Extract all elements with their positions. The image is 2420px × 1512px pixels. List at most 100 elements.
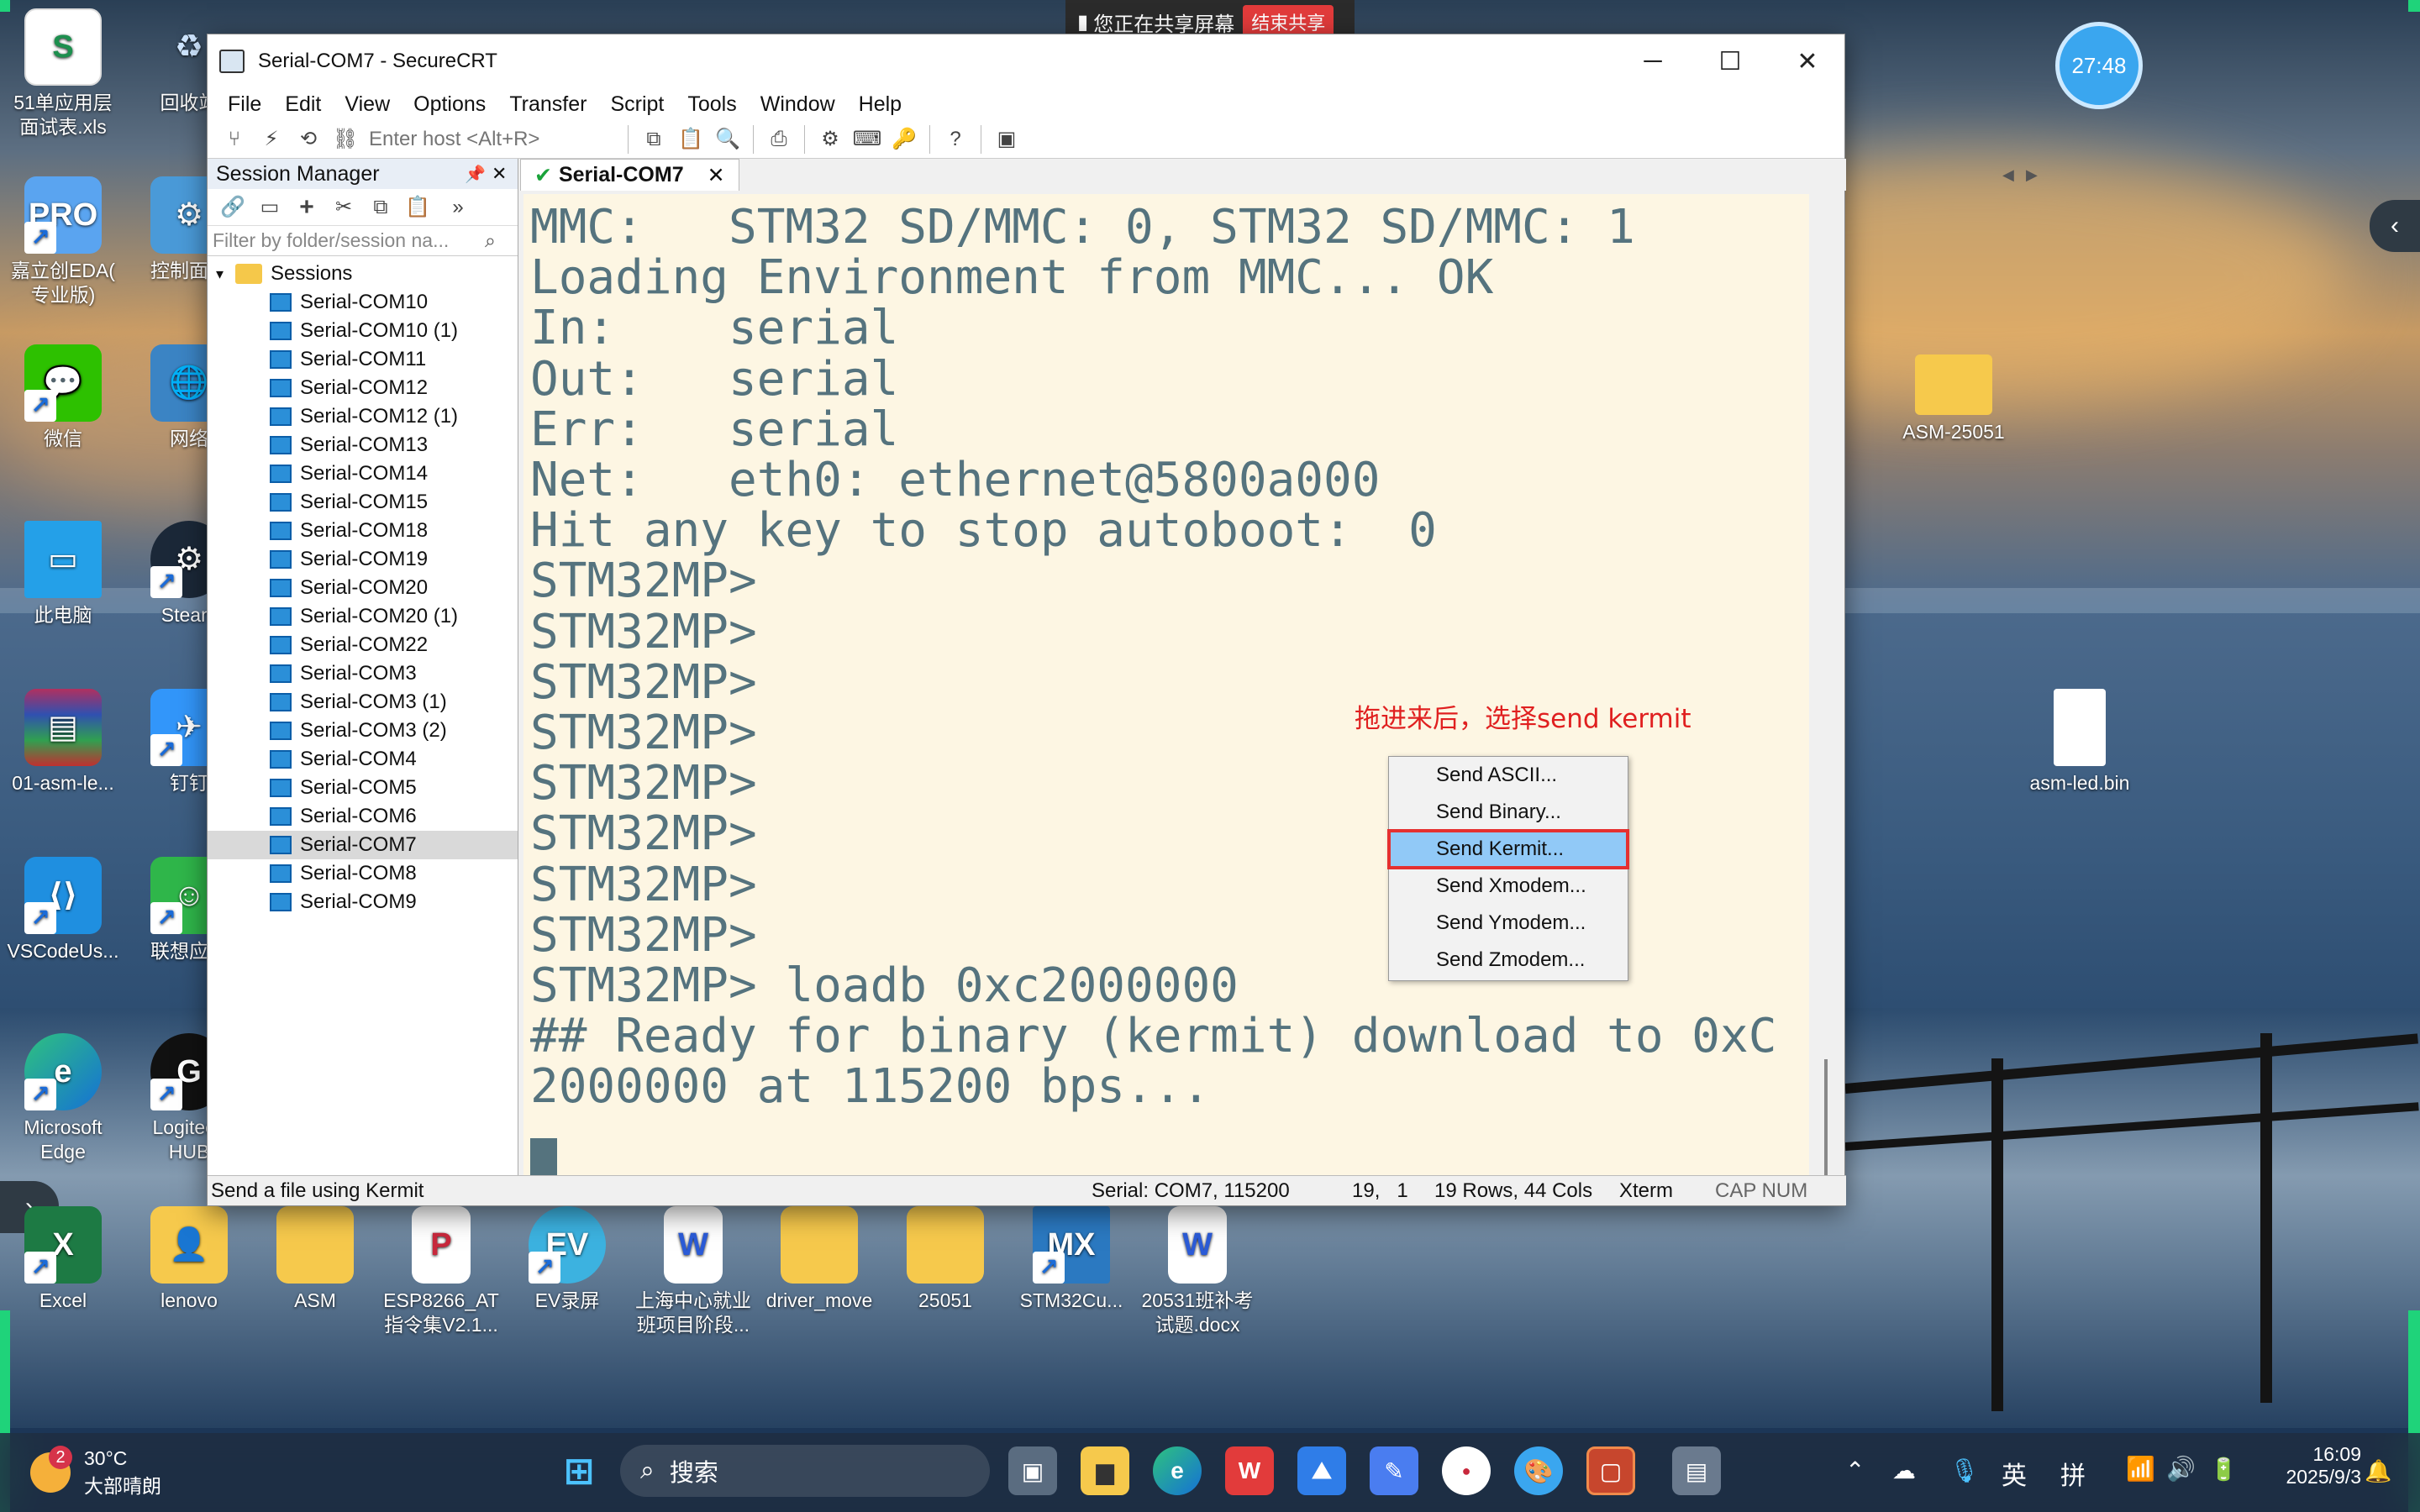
menu-view[interactable]: View [345,92,390,117]
search-icon[interactable]: ⌕ [485,229,496,252]
settings-gear-icon[interactable]: ⚙ [813,123,847,156]
add-session-icon[interactable]: + [290,191,324,224]
quick-connect-icon[interactable]: ⚡ [255,123,288,156]
session-item[interactable]: Serial-COM11 [208,345,518,374]
menu-item-send-ymodem[interactable]: Send Ymodem... [1389,905,1628,942]
scrollbar-thumb[interactable] [1824,1059,1828,1177]
tab-serial-com7[interactable]: ✔ Serial-COM7 ✕ [520,159,739,191]
desktop-icon-excel[interactable]: X ↗ Excel [0,1206,126,1313]
menu-script[interactable]: Script [610,92,664,117]
desktop-icon-25051[interactable]: 25051 [882,1206,1008,1313]
session-item[interactable]: Serial-COM4 [208,745,518,774]
connect-icon[interactable]: ⑂ [218,123,251,156]
file-explorer-icon[interactable]: ▆ [1081,1446,1129,1495]
session-filter[interactable]: Filter by folder/session na... ⌕ [208,226,518,256]
start-button[interactable]: ⊞ [555,1446,603,1495]
more-icon[interactable]: » [441,191,475,224]
desktop-icon-edge[interactable]: e ↗ Microsoft Edge [0,1033,126,1164]
session-item[interactable]: Serial-COM20 (1) [208,602,518,631]
enter-host-input[interactable] [369,123,621,155]
copy-icon[interactable]: ⧉ [364,191,397,224]
menu-help[interactable]: Help [859,92,902,117]
open-tab-icon[interactable]: ▭ [253,191,287,224]
session-item[interactable]: Serial-COM8 [208,859,518,888]
session-item[interactable]: Serial-COM10 [208,288,518,317]
session-item[interactable]: Serial-COM18 [208,517,518,545]
desktop-icon-stm32cube[interactable]: MX ↗ STM32Cu... [1008,1206,1134,1313]
meeting-app-icon[interactable]: ● [1442,1446,1491,1495]
session-item[interactable]: Serial-COM3 (1) [208,688,518,717]
session-item[interactable]: Serial-COM19 [208,545,518,574]
session-item[interactable]: Serial-COM13 [208,431,518,459]
ime-english[interactable]: 英 [2002,1455,2027,1492]
whiteboard-icon[interactable]: ⛰ [1297,1446,1346,1495]
link-icon[interactable]: 🔗 [216,191,250,224]
desktop-icon-vscode[interactable]: ⟨⟩ ↗ VSCodeUs... [0,857,126,963]
microphone-icon[interactable]: 🎙 [1949,1457,1980,1484]
desktop-icon-winrar[interactable]: ▤ 01-asm-le... [0,689,126,795]
session-item[interactable]: Serial-COM12 [208,374,518,402]
pin-icon[interactable]: 📌 [465,164,486,185]
session-item-selected[interactable]: Serial-COM7 [208,831,518,859]
session-item[interactable]: Serial-COM5 [208,774,518,802]
session-options-icon[interactable]: ▣ [990,123,1023,156]
task-view-icon[interactable]: ▣ [1008,1446,1057,1495]
tab-scroll-right-icon[interactable]: ▶ [2026,166,2038,184]
securecrt-taskbar-icon[interactable]: ▤ [1672,1446,1721,1495]
menu-transfer[interactable]: Transfer [509,92,587,117]
volume-icon[interactable]: 🔊 [2166,1455,2196,1483]
show-hidden-icons[interactable]: ⌃ [1845,1457,1865,1484]
session-item[interactable]: Serial-COM10 (1) [208,317,518,345]
session-item[interactable]: Serial-COM3 (2) [208,717,518,745]
paste-icon[interactable]: 📋 [674,123,708,156]
ime-pinyin[interactable]: 拼 [2060,1455,2086,1492]
paint-icon[interactable]: 🎨 [1514,1446,1563,1495]
clock[interactable]: 16:09 2025/9/3 [2260,1443,2361,1488]
menu-item-send-binary[interactable]: Send Binary... [1389,794,1628,831]
menu-tools[interactable]: Tools [687,92,736,117]
menu-edit[interactable]: Edit [285,92,321,117]
wifi-icon[interactable]: 📶 [2126,1455,2155,1483]
print-icon[interactable]: ⎙ [762,123,796,156]
menu-options[interactable]: Options [413,92,486,117]
desktop-icon-asm-25051[interactable]: ASM-25051 [1891,344,2017,444]
desktop-icon-wechat[interactable]: 💬 ↗ 微信 [0,344,126,451]
onedrive-icon[interactable]: ☁ [1892,1457,1916,1484]
session-item[interactable]: Serial-COM20 [208,574,518,602]
taskbar-search[interactable]: ⌕ 搜索 [620,1445,990,1497]
menu-item-send-ascii[interactable]: Send ASCII... [1389,757,1628,794]
panel-close-icon[interactable]: ✕ [492,163,507,185]
desktop-icon-asm[interactable]: ASM [252,1206,378,1313]
desktop-icon-excel-file[interactable]: S 51单应用层 面试表.xls [0,8,126,139]
close-button[interactable]: ✕ [1769,34,1846,88]
disconnect-icon[interactable]: ⛓ [329,123,362,156]
edge-taskbar-icon[interactable]: e [1153,1446,1202,1495]
desktop-icon-shanghai-doc[interactable]: W 上海中心就业 班项目阶段... [630,1206,756,1337]
maximize-button[interactable]: ☐ [1691,34,1769,88]
minimize-button[interactable]: ─ [1614,34,1691,88]
tab-scroll-left-icon[interactable]: ◀ [2002,166,2014,184]
desktop-icon-esp8266[interactable]: P ESP8266_AT 指令集V2.1... [378,1206,504,1337]
virtualbox-icon[interactable]: ▢ [1586,1446,1635,1495]
paste-icon[interactable]: 📋 [401,191,434,224]
desktop-icon-driver-move[interactable]: driver_move [756,1206,882,1313]
title-bar[interactable]: Serial-COM7 - SecureCRT ─ ☐ ✕ [208,34,1844,88]
copy-icon[interactable]: ⧉ [637,123,671,156]
tab-close-icon[interactable]: ✕ [708,163,725,188]
desktop-icon-jlc-eda[interactable]: PRO ↗ 嘉立创EDA( 专业版) [0,176,126,307]
desktop-icon-ev-recorder[interactable]: EV ↗ EV录屏 [504,1206,630,1313]
menu-item-send-kermit[interactable]: Send Kermit... [1387,829,1629,869]
desktop-icon-asm-led-bin[interactable]: asm-led.bin [2017,689,2143,795]
menu-file[interactable]: File [228,92,261,117]
securecrt-window[interactable]: Serial-COM7 - SecureCRT ─ ☐ ✕ File Edit … [207,34,2038,1206]
keymap-icon[interactable]: ⌨ [850,123,884,156]
session-item[interactable]: Serial-COM6 [208,802,518,831]
notification-bell-icon[interactable]: 🔔 [2365,1458,2391,1484]
help-icon[interactable]: ? [939,123,972,156]
menu-item-send-xmodem[interactable]: Send Xmodem... [1389,868,1628,905]
session-item[interactable]: Serial-COM14 [208,459,518,488]
side-collapse-button[interactable]: ‹ [2370,200,2420,252]
key-icon[interactable]: 🔑 [887,123,921,156]
desktop-icon-exam-doc[interactable]: W 20531班补考 试题.docx [1134,1206,1260,1337]
session-item[interactable]: Serial-COM9 [208,888,518,916]
